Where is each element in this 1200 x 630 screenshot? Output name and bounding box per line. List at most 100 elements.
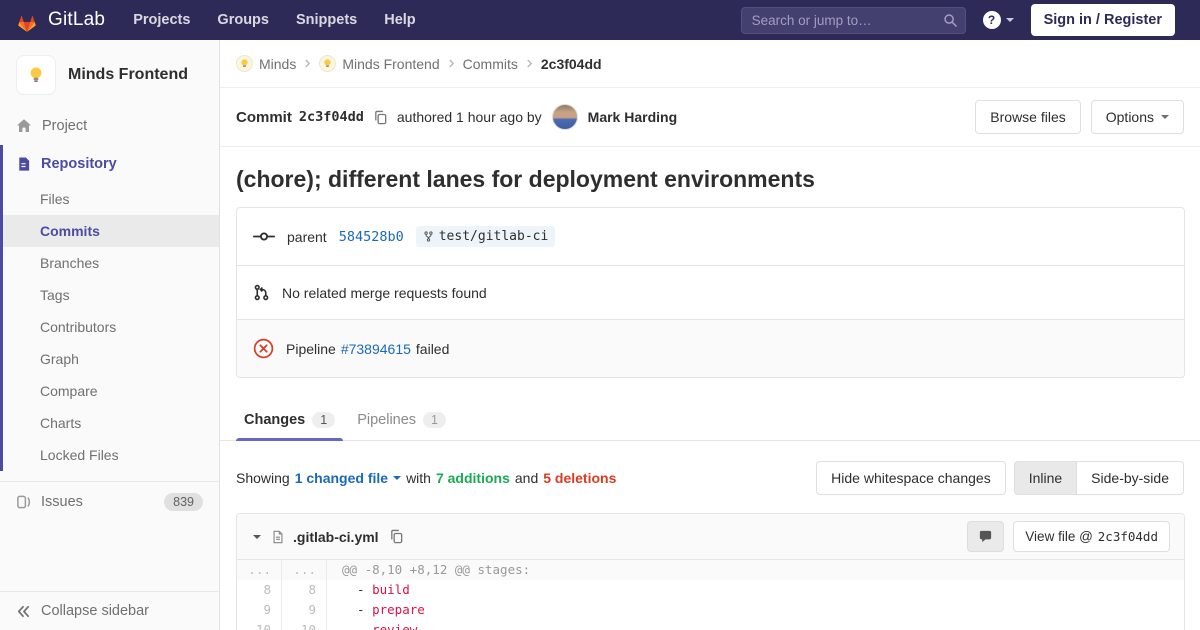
sidebar-subitem-graph[interactable]: Graph xyxy=(3,343,219,375)
diff-line: 9 9 - prepare xyxy=(237,600,1184,620)
options-dropdown-button[interactable]: Options xyxy=(1090,100,1184,134)
chevron-down-icon xyxy=(1005,18,1014,22)
breadcrumb-item-minds-frontend[interactable]: Minds Frontend xyxy=(319,55,440,72)
pipeline-suffix: failed xyxy=(415,340,450,357)
nav-item-groups[interactable]: Groups xyxy=(217,12,269,28)
sidebar-item-repository[interactable]: Repository xyxy=(3,145,219,183)
sidebar-subitem-commits[interactable]: Commits xyxy=(3,215,219,247)
changes-count-badge: 1 xyxy=(312,412,336,428)
breadcrumb-separator-icon xyxy=(304,58,311,69)
commit-label: Commit xyxy=(236,108,292,126)
pipeline-link[interactable]: #73894615 xyxy=(341,341,411,357)
copy-sha-button[interactable] xyxy=(371,108,390,127)
group-avatar xyxy=(236,55,253,72)
old-line-number[interactable]: 8 xyxy=(237,580,282,600)
sidebar-subitem-contributors[interactable]: Contributors xyxy=(3,311,219,343)
new-line-number: ... xyxy=(282,560,327,580)
sidebar-item-label: Project xyxy=(42,118,88,134)
commit-sha: 2c3f04dd xyxy=(298,109,364,125)
search-icon xyxy=(943,13,958,31)
chevron-down-icon xyxy=(393,476,402,480)
sidebar: Minds Frontend Project Repository Files … xyxy=(0,40,220,630)
browse-files-button[interactable]: Browse files xyxy=(975,100,1081,134)
sidebar-project-header[interactable]: Minds Frontend xyxy=(0,40,219,107)
nav-item-snippets[interactable]: Snippets xyxy=(296,12,357,28)
sidebar-subitem-tags[interactable]: Tags xyxy=(3,279,219,311)
copy-icon xyxy=(375,110,387,124)
sidebar-item-label: Issues xyxy=(41,494,83,510)
tab-changes[interactable]: Changes 1 xyxy=(236,400,344,441)
diff-view-toggle: Inline Side-by-side xyxy=(1013,461,1184,495)
branch-name: test/gitlab-ci xyxy=(438,229,549,244)
new-line-number[interactable]: 8 xyxy=(282,580,327,600)
diff-view-actions: Hide whitespace changes Inline Side-by-s… xyxy=(816,461,1184,495)
home-icon xyxy=(16,118,32,134)
commit-meta-actions: Browse files Options xyxy=(975,100,1184,134)
toggle-comments-button[interactable] xyxy=(967,521,1005,552)
branch-label[interactable]: test/gitlab-ci xyxy=(415,226,556,247)
issues-count-badge: 839 xyxy=(164,493,203,511)
new-line-number[interactable]: 9 xyxy=(282,600,327,620)
changed-files-dropdown[interactable]: 1 changed file xyxy=(294,470,402,486)
pipeline-text: Pipeline #73894615 failed xyxy=(286,341,449,357)
sidebar-subitem-files[interactable]: Files xyxy=(3,183,219,215)
diff-line: 10 10 - review xyxy=(237,620,1184,630)
question-icon: ? xyxy=(982,11,1001,29)
nav-item-help[interactable]: Help xyxy=(384,12,415,28)
parent-label: parent xyxy=(287,228,327,245)
author-name[interactable]: Mark Harding xyxy=(588,109,677,125)
file-diff: .gitlab-ci.yml View file @ 2c3f04dd ... … xyxy=(236,513,1185,630)
commit-info-box: parent 584528b0 test/gitlab-ci No relate… xyxy=(236,207,1185,378)
project-avatar xyxy=(16,55,56,95)
changed-files-label: 1 changed file xyxy=(294,470,389,486)
copy-icon xyxy=(390,529,402,544)
nav-item-projects[interactable]: Projects xyxy=(133,12,190,28)
breadcrumb-label: Minds Frontend xyxy=(342,55,440,72)
collapse-sidebar-label: Collapse sidebar xyxy=(41,603,150,619)
search-input[interactable] xyxy=(740,6,966,34)
new-line-number[interactable]: 10 xyxy=(282,620,327,630)
collapse-sidebar-button[interactable]: Collapse sidebar xyxy=(0,591,219,630)
lightbulb-icon xyxy=(324,59,331,68)
old-line-number[interactable]: 10 xyxy=(237,620,282,630)
hide-whitespace-button[interactable]: Hide whitespace changes xyxy=(816,461,1006,495)
inline-view-button[interactable]: Inline xyxy=(1013,461,1078,495)
gitlab-logo[interactable]: GitLab xyxy=(14,8,105,33)
file-name[interactable]: .gitlab-ci.yml xyxy=(293,529,379,545)
copy-file-path-button[interactable] xyxy=(387,527,406,546)
sidebar-subitem-compare[interactable]: Compare xyxy=(3,375,219,407)
parent-sha-link[interactable]: 584528b0 xyxy=(339,229,404,245)
sign-in-register-button[interactable]: Sign in / Register xyxy=(1030,4,1175,36)
help-dropdown[interactable]: ? xyxy=(982,11,1014,29)
collapse-file-caret[interactable] xyxy=(251,533,263,541)
view-file-prefix: View file @ xyxy=(1025,529,1093,544)
breadcrumb-item-minds[interactable]: Minds xyxy=(236,55,296,72)
breadcrumb: Minds Minds Frontend Commits 2c3f04dd xyxy=(220,40,1200,88)
view-file-button[interactable]: View file @ 2c3f04dd xyxy=(1013,521,1170,552)
commit-meta-left: Commit 2c3f04dd authored 1 hour ago by M… xyxy=(236,104,677,130)
search-box xyxy=(740,6,966,34)
parent-row: parent 584528b0 test/gitlab-ci xyxy=(237,208,1184,266)
tab-pipelines[interactable]: Pipelines 1 xyxy=(349,400,454,440)
commit-title: (chore); different lanes for deployment … xyxy=(236,166,815,192)
breadcrumb-item-commits[interactable]: Commits xyxy=(463,56,518,72)
commit-icon xyxy=(253,230,275,243)
sidebar-subitem-locked-files[interactable]: Locked Files xyxy=(3,439,219,471)
old-line-number: ... xyxy=(237,560,282,580)
and-word: and xyxy=(514,470,539,486)
diff-line-content: - prepare xyxy=(342,602,425,617)
old-line-number[interactable]: 9 xyxy=(237,600,282,620)
side-by-side-view-button[interactable]: Side-by-side xyxy=(1076,461,1184,495)
branch-icon xyxy=(423,230,434,243)
navbar-right: ? Sign in / Register xyxy=(740,4,1175,36)
sidebar-item-project[interactable]: Project xyxy=(0,107,219,145)
sidebar-item-issues[interactable]: Issues 839 xyxy=(0,481,219,522)
file-diff-actions: View file @ 2c3f04dd xyxy=(967,521,1170,552)
double-chevron-left-icon xyxy=(16,604,31,619)
sidebar-subitem-charts[interactable]: Charts xyxy=(3,407,219,439)
author-avatar[interactable] xyxy=(551,104,578,130)
breadcrumb-current-sha: 2c3f04dd xyxy=(540,55,602,72)
tab-label: Changes xyxy=(244,412,306,428)
sidebar-subitem-branches[interactable]: Branches xyxy=(3,247,219,279)
pipeline-failed-icon[interactable] xyxy=(253,338,274,359)
